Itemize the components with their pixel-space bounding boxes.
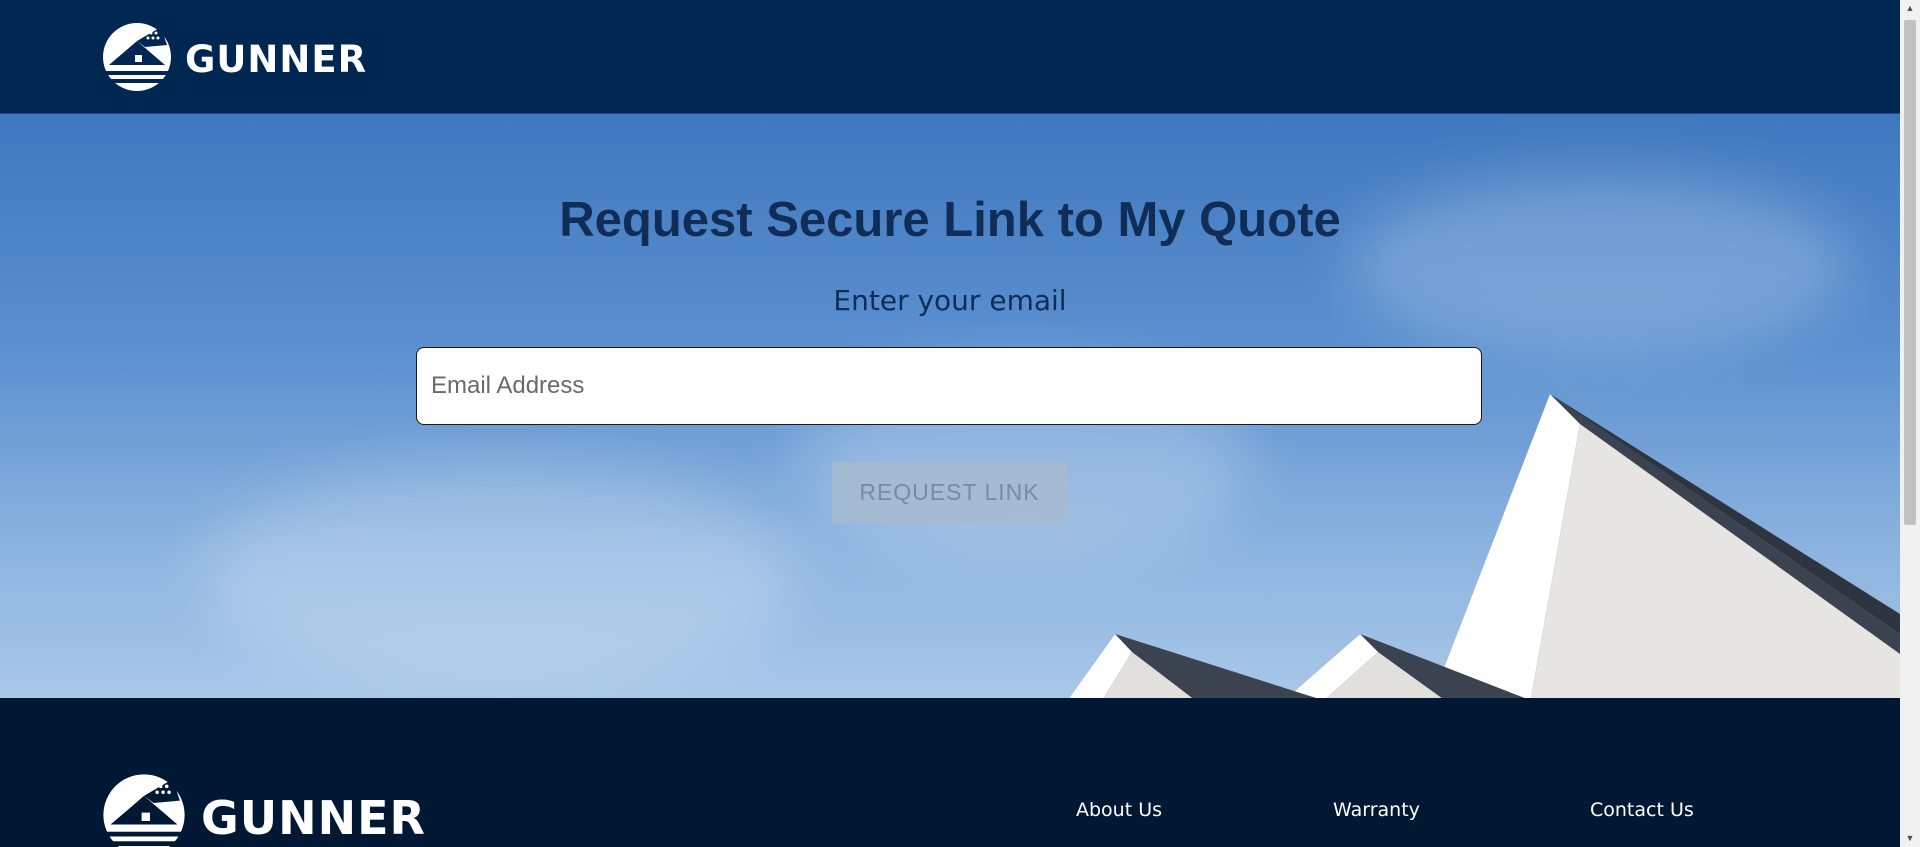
brand-name: GUNNER (185, 38, 368, 81)
footer-logo[interactable]: GUNNER (101, 772, 426, 847)
footer-link-warranty[interactable]: Warranty (1333, 799, 1420, 821)
site-header: GUNNER (0, 0, 1900, 114)
house-roof-image (1069, 394, 1900, 698)
house-flag-icon (101, 21, 173, 98)
chevron-down-icon[interactable]: ▼ (1900, 830, 1920, 847)
email-prompt: Enter your email (833, 284, 1067, 317)
request-link-button[interactable]: REQUEST LINK (832, 462, 1067, 523)
hero-section: Request Secure Link to My Quote Enter yo… (0, 114, 1900, 698)
header-logo[interactable]: GUNNER (101, 21, 367, 98)
page-title: Request Secure Link to My Quote (559, 193, 1341, 247)
page-scrollbar[interactable]: ▲ ▼ (1900, 0, 1920, 847)
sky-cloud (200, 464, 800, 684)
footer-brand-name: GUNNER (201, 790, 426, 845)
footer-link-about-us[interactable]: About Us (1076, 799, 1162, 821)
footer-link-contact-us[interactable]: Contact Us (1590, 799, 1694, 821)
chevron-up-icon[interactable]: ▲ (1900, 0, 1920, 17)
house-flag-icon (101, 772, 187, 847)
email-field[interactable] (416, 347, 1482, 425)
page: GUNNER Request Secure Link to My Quote E… (0, 0, 1900, 847)
scrollbar-thumb[interactable] (1904, 20, 1916, 525)
site-footer: GUNNER About Us Warranty Contact Us (0, 698, 1900, 847)
